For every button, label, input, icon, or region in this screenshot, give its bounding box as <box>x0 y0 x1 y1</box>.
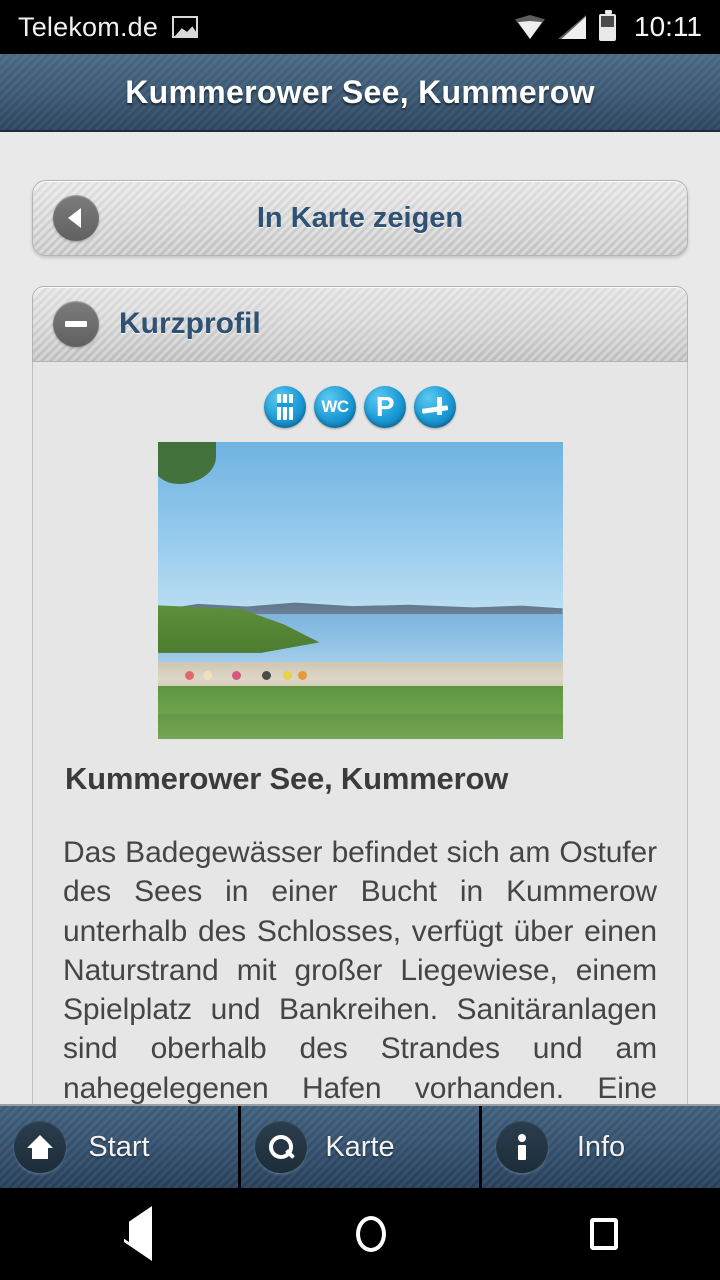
signal-icon <box>558 15 586 39</box>
minus-circle-icon[interactable] <box>53 301 99 347</box>
wc-icon: WC <box>314 386 356 428</box>
recents-square-icon[interactable] <box>590 1218 618 1250</box>
kurzprofil-title: Kurzprofil <box>119 307 261 340</box>
amenity-icon-row: WC P <box>63 386 657 428</box>
status-bar: Telekom.de 10:11 <box>0 0 720 54</box>
status-icons: 10:11 <box>515 9 702 43</box>
android-nav-bar <box>0 1188 720 1280</box>
parking-icon: P <box>364 386 406 428</box>
app-title-bar: Kummerower See, Kummerow <box>0 54 720 132</box>
info-icon <box>496 1121 548 1173</box>
kurzprofil-section: Kurzprofil WC P Kummerower See, Kummerow… <box>32 286 688 1104</box>
wc-icon-label: WC <box>321 397 349 416</box>
beach-photo <box>157 442 563 739</box>
clock-label: 10:11 <box>634 11 702 42</box>
content-area[interactable]: In Karte zeigen Kurzprofil WC P Kummerow… <box>0 132 720 1104</box>
battery-icon <box>599 9 616 41</box>
bottom-tab-bar: Start Karte Info <box>0 1104 720 1188</box>
place-title: Kummerower See, Kummerow <box>65 761 509 796</box>
phone-screen: Telekom.de 10:11 Kummerower See, Kummero… <box>0 0 720 1280</box>
show-on-map-label: In Karte zeigen <box>256 201 464 234</box>
back-triangle-icon[interactable] <box>102 1195 152 1261</box>
home-icon <box>14 1121 66 1173</box>
kurzprofil-body: WC P Kummerower See, Kummerow Das Badege… <box>32 362 688 1104</box>
tab-info[interactable]: Info <box>482 1106 720 1188</box>
tab-karte[interactable]: Karte <box>241 1106 482 1188</box>
restaurant-icon <box>264 386 306 428</box>
beachgoers <box>178 670 360 683</box>
picture-icon <box>172 16 199 38</box>
place-description: Das Badegewässer befindet sich am Ostufe… <box>63 836 657 1104</box>
show-on-map-button[interactable]: In Karte zeigen <box>32 180 688 256</box>
carrier-label: Telekom.de <box>18 11 159 42</box>
kurzprofil-header[interactable]: Kurzprofil <box>32 286 688 362</box>
search-icon <box>255 1121 307 1173</box>
tab-start[interactable]: Start <box>0 1106 241 1188</box>
parking-icon-label: P <box>375 391 395 422</box>
page-title: Kummerower See, Kummerow <box>125 73 595 110</box>
playground-icon <box>414 386 456 428</box>
wifi-icon <box>515 15 545 39</box>
home-circle-icon[interactable] <box>356 1216 386 1252</box>
